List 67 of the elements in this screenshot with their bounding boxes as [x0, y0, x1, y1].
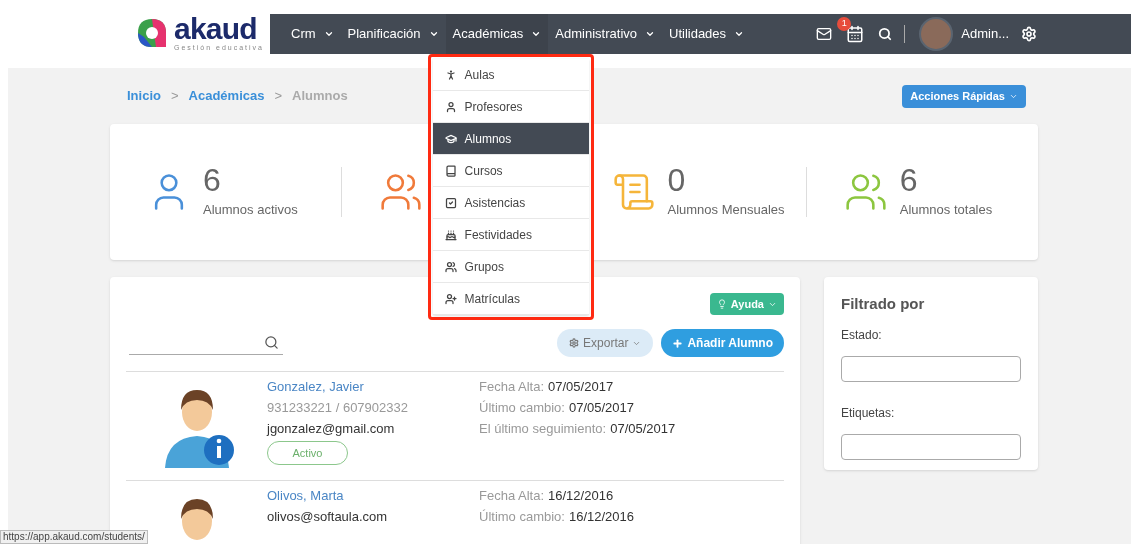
user-name[interactable]: Admin... — [961, 24, 1009, 44]
student-phone: 931233221 / 607902332 — [267, 399, 409, 417]
stat-value: 6 — [203, 164, 222, 197]
menu-item[interactable]: Alumnos — [432, 123, 589, 155]
status-url: https://app.akaud.com/students/ — [0, 530, 148, 544]
stat-label: Alumnos Mensuales — [667, 201, 785, 220]
student-email: olivos@softaula.com — [267, 508, 389, 526]
filter-input[interactable] — [841, 355, 1021, 382]
person-icon — [444, 100, 457, 113]
add-user-icon — [444, 292, 457, 305]
field-label: Fecha Alta: — [479, 378, 545, 396]
checkbox-icon — [444, 196, 457, 209]
menu-item[interactable]: Matrículas — [432, 283, 589, 315]
nav-menu[interactable]: Administrativo — [548, 14, 662, 54]
stat-value: 0 — [667, 164, 687, 197]
graduation-cap-icon — [444, 132, 457, 145]
menu-item[interactable]: Aulas — [432, 59, 589, 91]
field-value: 16/12/2016 — [548, 487, 614, 505]
breadcrumb-separator: > — [170, 87, 179, 106]
field-value: 16/12/2016 — [568, 508, 635, 526]
caret-icon — [531, 29, 542, 39]
nav-menu[interactable]: Planificación — [340, 14, 446, 54]
caret-icon — [734, 29, 745, 39]
caret-icon — [645, 29, 655, 39]
caret-icon — [428, 29, 439, 39]
caret-icon — [323, 29, 334, 39]
lightbulb-icon — [716, 299, 727, 309]
student-email: jgonzalez@gmail.com — [267, 420, 396, 438]
menu-item[interactable]: Asistencias — [432, 187, 589, 219]
settings-icon[interactable] — [1021, 26, 1037, 42]
export-button[interactable]: Exportar — [557, 329, 654, 357]
breadcrumb-separator: > — [274, 87, 283, 106]
field-label: Último cambio: — [479, 399, 565, 417]
field-label: El último seguimiento: — [479, 420, 607, 438]
plus-icon — [672, 337, 684, 349]
book-icon — [444, 164, 457, 177]
nav-menu[interactable]: Académicas — [445, 14, 549, 54]
field-value: 07/05/2017 — [610, 420, 676, 438]
breadcrumb-current: Alumnos — [292, 87, 348, 106]
filter-input[interactable] — [841, 433, 1021, 460]
student-name-link[interactable]: Olivos, Marta — [267, 487, 479, 505]
cake-icon — [444, 228, 457, 241]
student-name-link[interactable]: Gonzalez, Javier — [267, 378, 479, 396]
field-value: 07/05/2017 — [548, 378, 614, 396]
nav-menu[interactable]: Utilidades — [662, 14, 752, 54]
search-icon[interactable] — [878, 27, 893, 41]
mail-icon[interactable] — [816, 26, 833, 42]
menu-item[interactable]: Profesores — [432, 91, 589, 123]
people-icon — [444, 260, 457, 273]
stat-label: Alumnos totales — [899, 201, 993, 220]
field-label: Estado: — [841, 326, 883, 344]
field-label: Fecha Alta: — [479, 487, 545, 505]
calendar-icon[interactable] — [846, 25, 865, 43]
field-value: 07/05/2017 — [568, 399, 635, 417]
menu-item[interactable]: Grupos — [432, 251, 589, 283]
gear-icon — [569, 338, 580, 348]
filter-title: Filtrado por — [841, 294, 926, 314]
menu-item[interactable]: Cursos — [432, 155, 589, 187]
nav-menu[interactable]: Crm — [284, 14, 341, 54]
stat-value: 6 — [899, 164, 919, 197]
logo-text: akaud — [173, 14, 258, 44]
menu-item[interactable]: Festividades — [432, 219, 589, 251]
search-icon — [264, 335, 279, 350]
field-label: Último cambio: — [479, 508, 565, 526]
stat-label: Alumnos activos — [203, 201, 298, 220]
field-label: Etiquetas: — [841, 404, 896, 422]
notification-badge: 1 — [837, 17, 852, 31]
